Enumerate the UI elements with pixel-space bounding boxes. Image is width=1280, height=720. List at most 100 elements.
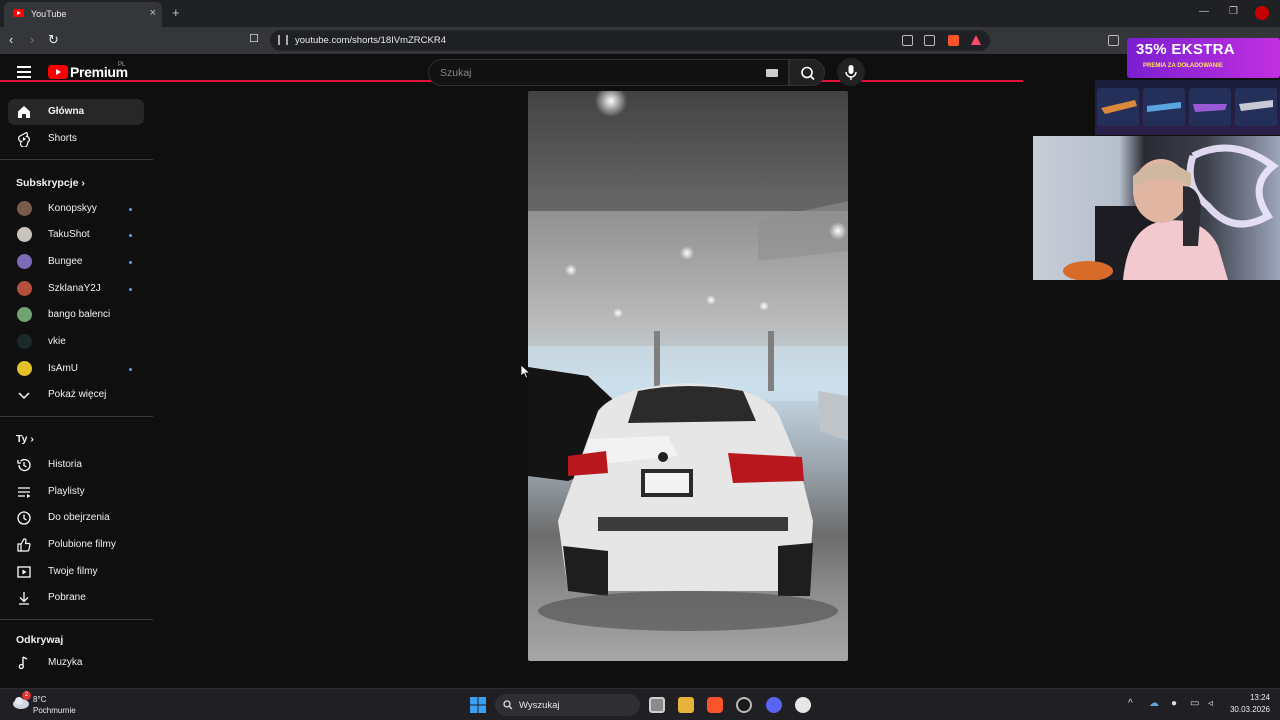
- sidebar-item-shorts[interactable]: Shorts: [8, 126, 144, 152]
- taskbar-search-label: Wyszukaj: [519, 700, 560, 711]
- sidebar-item-watch-later[interactable]: Do obejrzenia: [8, 505, 144, 531]
- channel-name: Bungee: [48, 256, 83, 267]
- weather-widget[interactable]: 8°C Pochmurnie: [33, 694, 76, 716]
- new-content-dot: [129, 208, 132, 211]
- mouse-cursor-icon: [521, 365, 530, 379]
- tab-close-icon[interactable]: ×: [150, 7, 156, 19]
- sidebar-item-label: Pobrane: [48, 592, 86, 603]
- new-content-dot: [129, 288, 132, 291]
- profile-avatar-icon[interactable]: [1255, 6, 1269, 20]
- channel-avatar: [17, 334, 32, 349]
- search-icon: [801, 66, 815, 81]
- new-content-dot: [129, 368, 132, 371]
- history-icon: [17, 458, 31, 472]
- sidebar-item-playlists[interactable]: Playlisty: [8, 479, 144, 505]
- maximize-icon[interactable]: ❐: [1229, 6, 1238, 17]
- clock-time: 13:24: [1249, 693, 1270, 702]
- sidebar-item-subscription[interactable]: vkie: [8, 329, 144, 355]
- subscriptions-heading[interactable]: Subskrypcje ›: [16, 177, 85, 189]
- microphone-tray-icon[interactable]: ●: [1171, 698, 1177, 709]
- liked-icon: [17, 538, 31, 552]
- sidebar-item-your-videos[interactable]: Twoje filmy: [8, 559, 144, 585]
- forward-icon[interactable]: ›: [30, 32, 34, 47]
- sidebar-item-subscription[interactable]: Konopskyy: [8, 196, 144, 222]
- site-info-icon[interactable]: [278, 35, 288, 45]
- app-icon[interactable]: [736, 697, 752, 713]
- sidebar-item-label: Muzyka: [48, 657, 83, 668]
- show-more-button[interactable]: Pokaż więcej: [8, 382, 144, 408]
- taskbar-search[interactable]: Wyszukaj: [495, 694, 640, 716]
- channel-name: Konopskyy: [48, 203, 97, 214]
- sidebar-item-label: Shorts: [48, 133, 77, 144]
- brave-shields-icon[interactable]: [948, 35, 959, 46]
- new-tab-button[interactable]: +: [172, 5, 180, 20]
- watch-later-icon: [17, 511, 31, 525]
- browser-tab-strip: YouTube × + — ❐: [0, 0, 1280, 27]
- tab-title: YouTube: [31, 9, 67, 19]
- you-heading[interactable]: Ty ›: [16, 433, 34, 445]
- weapon-skins-image: [1097, 88, 1277, 126]
- webcam-frame: [1063, 144, 1279, 280]
- channel-name: IsAmU: [48, 363, 78, 374]
- search-input[interactable]: Szukaj: [428, 59, 789, 86]
- volume-icon[interactable]: ◃: [1208, 698, 1213, 709]
- youtube-favicon-icon: [13, 9, 24, 17]
- bookmark-icon[interactable]: ☐: [249, 32, 259, 45]
- brave-rewards-icon[interactable]: [971, 35, 981, 45]
- search-button[interactable]: [789, 59, 825, 86]
- share-icon[interactable]: [924, 35, 935, 46]
- channel-name: TakuShot: [48, 229, 90, 240]
- sidebar-item-label: Twoje filmy: [48, 566, 98, 577]
- clock-date: 30.03.2026: [1229, 705, 1270, 714]
- taskbar-clock[interactable]: 13:24 30.03.2026: [1226, 692, 1270, 716]
- brave-browser-icon[interactable]: [707, 697, 723, 713]
- minimize-icon[interactable]: —: [1199, 6, 1209, 17]
- sidebar-item-music[interactable]: Muzyka: [8, 650, 144, 676]
- reload-icon[interactable]: ↻: [48, 32, 59, 48]
- windows-start-icon[interactable]: [470, 697, 486, 713]
- explore-heading: Odkrywaj: [16, 634, 64, 646]
- sidebar-divider: [0, 619, 153, 620]
- channel-name: vkie: [48, 336, 66, 347]
- shorts-icon: [18, 131, 30, 147]
- new-content-dot: [129, 261, 132, 264]
- sidebar-item-subscription[interactable]: bango balenci: [8, 302, 144, 328]
- task-view-icon[interactable]: [649, 697, 665, 713]
- cast-icon[interactable]: [902, 35, 913, 46]
- weather-temperature: 8°C: [33, 695, 47, 704]
- youtube-logo-icon[interactable]: [48, 65, 68, 79]
- sidebar-item-subscription[interactable]: TakuShot: [8, 222, 144, 248]
- browser-tab-youtube[interactable]: YouTube ×: [4, 2, 162, 27]
- sidebar-item-subscription[interactable]: IsAmU: [8, 356, 144, 382]
- keyboard-icon[interactable]: [766, 69, 778, 77]
- sidebar-item-subscription[interactable]: Bungee: [8, 249, 144, 275]
- sidebar-item-liked[interactable]: Polubione filmy: [8, 532, 144, 558]
- voice-search-button[interactable]: [837, 58, 865, 86]
- shorts-video-player[interactable]: [528, 91, 848, 661]
- streamer-webcam: [1033, 136, 1280, 280]
- address-bar[interactable]: youtube.com/shorts/18IVmZRCKR4: [270, 30, 990, 51]
- download-icon: [19, 592, 29, 605]
- address-url[interactable]: youtube.com/shorts/18IVmZRCKR4: [295, 35, 446, 46]
- sidebar-divider: [0, 416, 153, 417]
- show-hidden-icons-icon[interactable]: ^: [1128, 698, 1133, 709]
- obs-icon[interactable]: [795, 697, 811, 713]
- sidebar-item-subscription[interactable]: SzklanaY2J: [8, 276, 144, 302]
- sidebar-item-home[interactable]: Główna: [8, 99, 144, 125]
- sidebar-divider: [0, 159, 153, 160]
- channel-avatar: [17, 361, 32, 376]
- hamburger-menu-icon[interactable]: [17, 66, 31, 78]
- sidebar-item-downloads[interactable]: Pobrane: [8, 585, 144, 611]
- file-explorer-icon[interactable]: [678, 697, 694, 713]
- network-icon[interactable]: ▭: [1190, 698, 1199, 709]
- sidebar-item-history[interactable]: Historia: [8, 452, 144, 478]
- extensions-icon[interactable]: [1108, 35, 1119, 46]
- onedrive-icon[interactable]: ☁: [1149, 698, 1159, 709]
- video-frame-car-showroom: [528, 91, 848, 631]
- discord-icon[interactable]: [766, 697, 782, 713]
- microphone-icon: [845, 65, 857, 80]
- back-icon[interactable]: ‹: [9, 32, 13, 47]
- you-label: Ty: [16, 433, 28, 445]
- promo-subline: PREMIA ZA DOŁADOWANIE: [1143, 63, 1223, 69]
- playlists-icon: [18, 487, 31, 498]
